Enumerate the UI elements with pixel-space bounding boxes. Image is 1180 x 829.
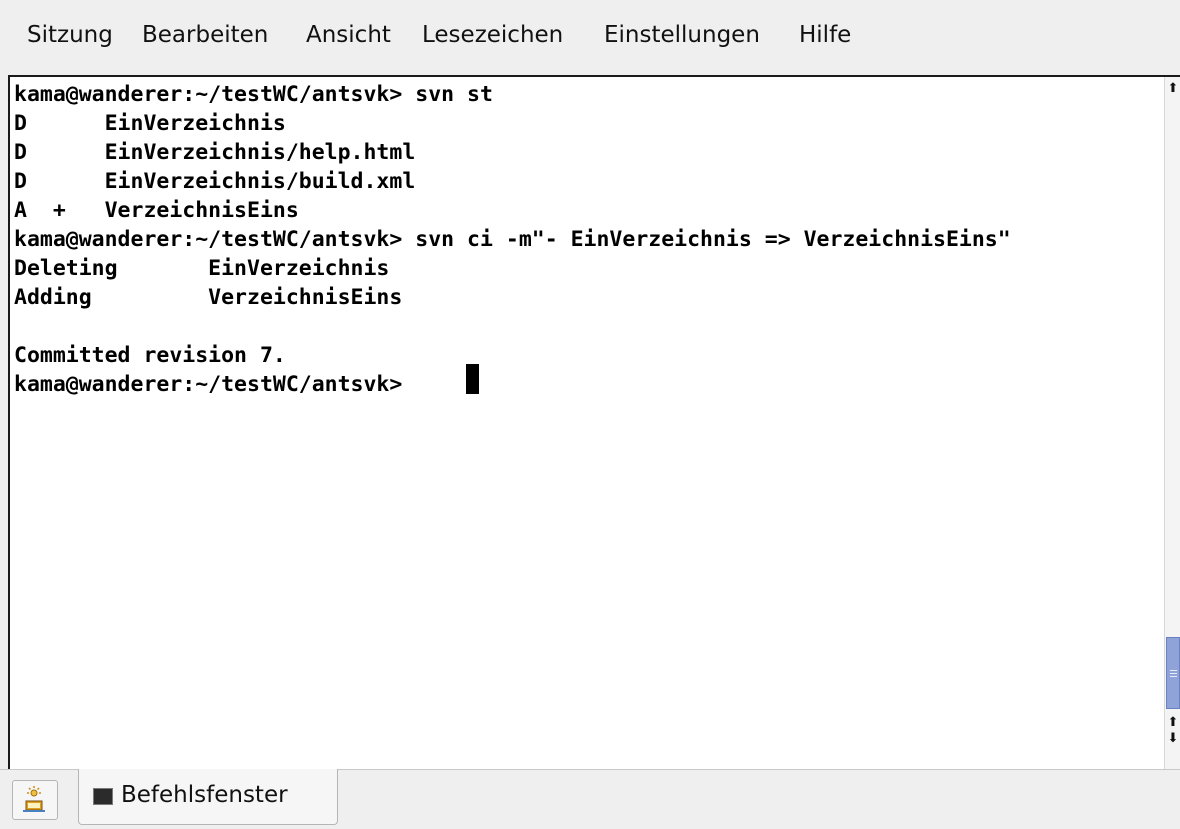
terminal-line: kama@wanderer:~/testWC/antsvk> svn ci -m… [14, 227, 1011, 252]
menubar: Sitzung Bearbeiten Ansicht Lesezeichen E… [0, 0, 1180, 72]
arrow-up-icon[interactable]: ⬆ [1166, 81, 1180, 97]
terminal-line: kama@wanderer:~/testWC/antsvk> svn st [14, 82, 493, 107]
terminal-line: Adding VerzeichnisEins [14, 285, 403, 310]
konsole-window: Sitzung Bearbeiten Ansicht Lesezeichen E… [0, 0, 1180, 829]
arrow-down-icon[interactable]: ⬇ [1166, 731, 1180, 747]
menu-ansicht[interactable]: Ansicht [306, 22, 391, 48]
menu-bearbeiten[interactable]: Bearbeiten [142, 22, 268, 48]
menu-sitzung[interactable]: Sitzung [27, 22, 113, 48]
terminal-frame: kama@wanderer:~/testWC/antsvk> svn st D … [8, 75, 1180, 769]
menu-hilfe[interactable]: Hilfe [799, 22, 851, 48]
terminal-prompt-line: kama@wanderer:~/testWC/antsvk> [14, 372, 416, 397]
session-tabbar: Befehlsfenster [0, 769, 1180, 829]
terminal-icon [93, 788, 113, 805]
terminal-line: D EinVerzeichnis/build.xml [14, 169, 416, 194]
terminal-line: Committed revision 7. [14, 343, 286, 368]
terminal-line: D EinVerzeichnis [14, 111, 286, 136]
terminal-line: D EinVerzeichnis/help.html [14, 140, 416, 165]
grip-line [1170, 673, 1177, 674]
scrollbar-thumb[interactable] [1166, 637, 1180, 709]
terminal-line: A + VerzeichnisEins [14, 198, 299, 223]
terminal-line: Deleting EinVerzeichnis [14, 256, 390, 281]
arrow-up-icon[interactable]: ⬆ [1166, 715, 1180, 731]
tab-label: Befehlsfenster [121, 782, 288, 808]
text-cursor [466, 364, 479, 394]
grip-line [1170, 676, 1177, 677]
tab-befehlsfenster[interactable]: Befehlsfenster [78, 769, 338, 825]
new-session-button[interactable] [12, 780, 58, 820]
grip-line [1170, 670, 1177, 671]
terminal-output[interactable]: kama@wanderer:~/testWC/antsvk> svn st D … [12, 78, 1162, 768]
vertical-scrollbar[interactable]: ⬆ ⬆ ⬇ [1164, 77, 1180, 769]
menu-lesezeichen[interactable]: Lesezeichen [422, 22, 563, 48]
menu-einstellungen[interactable]: Einstellungen [604, 22, 760, 48]
new-session-icon [23, 786, 45, 812]
